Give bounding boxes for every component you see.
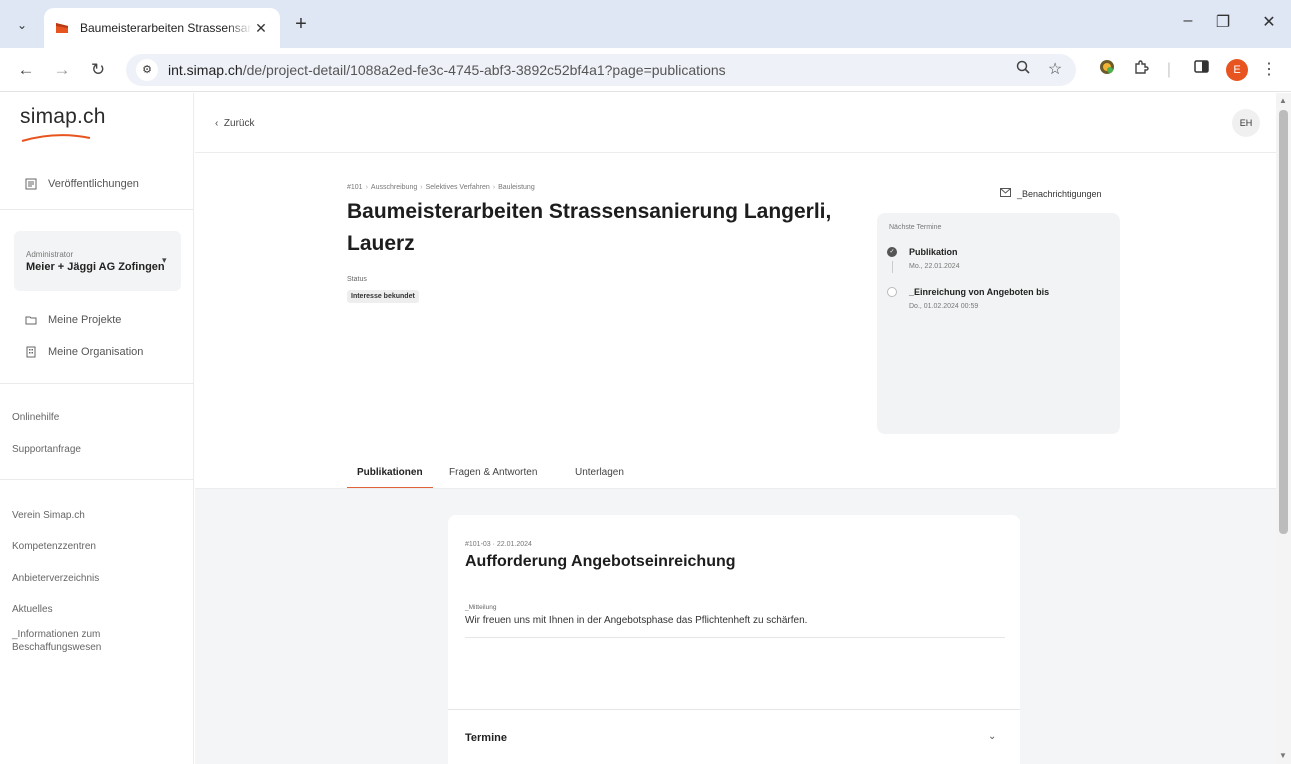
folder-icon [24,313,38,327]
date-item-date: Do., 01.02.2024 00:59 [909,303,979,310]
date-item-date: Mo., 22.01.2024 [909,263,960,270]
timeline-line [892,261,893,273]
date-item-name: _Einreichung von Angeboten bis [909,287,1050,297]
extension-colorful-icon[interactable] [1096,59,1118,81]
newspaper-icon [24,177,38,191]
profile-avatar[interactable]: E [1226,59,1248,81]
simap-favicon-icon [56,23,68,33]
sidebar-item-my-organisation[interactable]: Meine Organisation [24,345,143,359]
org-name: Meier + Jäggi AG Zofingen [26,261,165,273]
page-title: Baumeisterarbeiten Strassensanierung Lan… [347,200,832,255]
scroll-up-icon[interactable]: ▲ [1279,96,1287,105]
termine-accordion[interactable]: Termine ⌄ [448,709,1020,764]
building-icon [24,345,38,359]
toolbar-divider: | [1166,61,1172,78]
back-arrow-icon[interactable]: ← [14,58,38,82]
sidebar-divider [0,479,194,480]
tab-fragen-antworten[interactable]: Fragen & Antworten [449,461,537,489]
browser-toolbar: ← → ↻ ⚙ int.simap.ch/de/project-detail/1… [0,48,1291,92]
logo-swoosh-icon [21,134,91,142]
status-badge: Interesse bekundet [347,290,419,303]
mail-icon [1000,188,1011,200]
sidebar-link-online-help[interactable]: Onlinehilfe [12,411,59,424]
tab-unterlagen[interactable]: Unterlagen [575,461,624,489]
forward-arrow-icon[interactable]: → [50,58,74,82]
user-avatar[interactable]: EH [1232,109,1260,137]
publication-title: Aufforderung Angebotseinreichung [465,553,736,570]
status-label: Status [347,276,367,283]
sidebar: simap.ch Veröffentlichungen Administrato… [0,93,194,764]
close-tab-icon[interactable]: ✕ [252,20,270,37]
page-scrollbar[interactable]: ▲ ▼ [1276,93,1291,764]
site-settings-icon[interactable]: ⚙ [136,59,158,81]
sidebar-link-informationen[interactable]: _Informationen zum Beschaffungswesen [12,628,162,654]
browser-tab-active[interactable]: Baumeisterarbeiten Strassensanierung Lan… [44,8,280,48]
sidebar-item-label: Meine Organisation [48,346,144,358]
back-link[interactable]: ‹ Zurück [215,118,254,129]
field-label: _Mitteilung [465,604,497,611]
sidebar-link-kompetenzzentren[interactable]: Kompetenzzentren [12,540,96,553]
web-page: simap.ch Veröffentlichungen Administrato… [0,93,1276,764]
chevron-down-icon: ▾ [162,255,167,265]
sidebar-divider [0,209,194,210]
bookmark-star-icon[interactable]: ☆ [1044,59,1066,81]
sidebar-item-label: Meine Projekte [48,314,122,326]
zoom-icon[interactable] [1012,59,1034,81]
tab-publikationen[interactable]: Publikationen [347,461,433,489]
tab-title: Baumeisterarbeiten Strassensanierung Lan… [80,21,252,35]
browser-tabstrip: ⌄ Baumeisterarbeiten Strassensanierung L… [0,0,1291,48]
address-bar[interactable]: ⚙ int.simap.ch/de/project-detail/1088a2e… [126,54,1076,86]
notifications-button[interactable]: _Benachrichtigungen [1000,188,1102,200]
empty-circle-icon [887,287,897,297]
sidebar-link-aktuelles[interactable]: Aktuelles [12,603,53,616]
more-menu-icon[interactable]: ⋮ [1258,59,1280,81]
new-tab-button[interactable]: + [290,14,312,36]
extensions-puzzle-icon[interactable] [1130,59,1152,81]
side-panel-icon[interactable] [1190,59,1212,81]
sidebar-link-verein[interactable]: Verein Simap.ch [12,509,85,522]
organisation-switcher[interactable]: Administrator Meier + Jäggi AG Zofingen … [14,231,181,291]
card-title: Nächste Termine [889,224,942,231]
accordion-title: Termine [465,732,507,744]
sidebar-item-label: Veröffentlichungen [48,178,139,190]
divider [465,637,1005,638]
scrollbar-thumb[interactable] [1279,110,1288,534]
restore-icon[interactable]: ❐ [1211,12,1235,32]
main-content: ‹ Zurück EH #101 › Ausschreibung › Selektive… [195,93,1276,764]
publication-meta: #101-03 · 22.01.2024 [465,541,532,548]
breadcrumb: #101 › Ausschreibung › Selektives Verfahren ›… [347,184,535,191]
sidebar-divider [0,383,194,384]
org-role: Administrator [26,250,74,259]
tab-search-button[interactable]: ⌄ [10,13,34,37]
close-window-icon[interactable]: ✕ [1257,12,1281,32]
reload-icon[interactable]: ↻ [86,58,110,82]
publication-card: #101-03 · 22.01.2024 Aufforderung Angebo… [448,515,1020,715]
sidebar-link-support[interactable]: Supportanfrage [12,443,81,456]
field-value: Wir freuen uns mit Ihnen in der Angebots… [465,615,808,626]
sidebar-item-my-projects[interactable]: Meine Projekte [24,313,121,327]
chevron-down-icon: ⌄ [16,18,28,32]
page-topbar: ‹ Zurück EH [195,93,1276,153]
chevron-left-icon: ‹ [215,118,219,129]
sidebar-item-publications[interactable]: Veröffentlichungen [24,177,139,191]
simap-logo[interactable]: simap.ch [20,105,106,129]
scroll-down-icon[interactable]: ▼ [1279,751,1287,760]
sidebar-link-anbieterverzeichnis[interactable]: Anbieterverzeichnis [12,572,99,585]
upcoming-dates-card: Nächste Termine ✓ Publikation Mo., 22.01… [877,213,1120,434]
minimize-icon[interactable]: – [1176,12,1200,30]
url-text[interactable]: int.simap.ch/de/project-detail/1088a2ed-… [168,62,726,78]
chevron-down-icon: ⌄ [988,731,997,742]
date-item-name: Publikation [909,247,958,257]
check-circle-icon: ✓ [887,247,897,257]
